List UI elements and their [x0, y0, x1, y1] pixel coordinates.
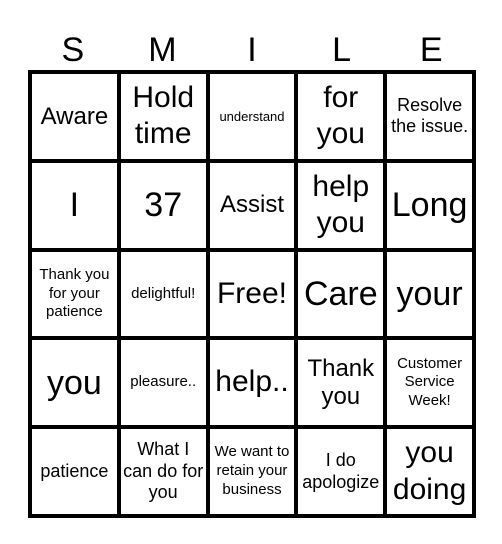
bingo-cell-r4-c1[interactable]: you	[32, 340, 117, 426]
bingo-cell-r4-c3[interactable]: help..	[209, 340, 295, 426]
bingo-cell-text: I	[69, 186, 80, 225]
bingo-cell-r1-c4[interactable]: for you	[298, 74, 384, 159]
bingo-cell-text: you	[46, 363, 102, 402]
bingo-cell-r3-c1[interactable]: Thank you for your patience	[32, 251, 117, 337]
bingo-cell-text: Customer Service Week!	[397, 354, 463, 410]
bingo-cell-r5-c4[interactable]: I do apologize	[298, 429, 384, 514]
bingo-cell-r1-c1[interactable]: Aware	[32, 74, 117, 159]
bingo-cell-text: Thank you for your patience	[39, 265, 110, 321]
header-letter-e: E	[419, 31, 443, 69]
bingo-cell-r3-c3[interactable]: Free!	[209, 251, 295, 337]
bingo-cell-r3-c2[interactable]: delightful!	[120, 251, 206, 337]
bingo-cell-text: Aware	[40, 102, 109, 130]
bingo-cell-text: help you	[312, 169, 370, 240]
bingo-cell-r2-c5[interactable]: Long	[387, 162, 472, 248]
bingo-board: Aware Hold time understand for you Resolve t…	[28, 70, 476, 518]
bingo-cell-text: Long	[391, 186, 468, 225]
bingo-cell-text: Hold time	[132, 80, 195, 151]
bingo-cell-text: your	[396, 274, 463, 313]
header-letter-m: M	[148, 31, 177, 69]
bingo-cell-text: I do apologize	[302, 450, 380, 492]
bingo-cell-text: patience	[40, 460, 109, 481]
bingo-cell-r3-c4[interactable]: Care	[298, 251, 384, 337]
bingo-cell-r1-c2[interactable]: Hold time	[120, 74, 206, 159]
bingo-cell-text: We want to retain your business	[214, 443, 290, 498]
bingo-cell-r4-c4[interactable]: Thank you	[298, 340, 384, 426]
bingo-cell-text: Free!	[216, 276, 287, 310]
bingo-cell-text: Care	[303, 274, 378, 313]
bingo-cell-text: you doing	[392, 436, 467, 506]
bingo-cell-r2-c2[interactable]: 37	[120, 162, 206, 248]
bingo-cell-r3-c5[interactable]: your	[387, 251, 472, 337]
bingo-cell-text: 37	[144, 186, 183, 225]
bingo-cell-r5-c1[interactable]: patience	[32, 429, 117, 514]
bingo-cell-text: Resolve the issue.	[391, 94, 469, 137]
bingo-cell-r5-c5[interactable]: you doing	[387, 429, 472, 514]
bingo-cell-text: What I can do for you	[123, 439, 204, 503]
bingo-cell-r1-c5[interactable]: Resolve the issue.	[387, 74, 472, 159]
bingo-cell-r2-c3[interactable]: Assist	[209, 162, 295, 248]
bingo-cell-text: for you	[316, 80, 365, 151]
bingo-cell-text: understand	[219, 108, 285, 124]
bingo-cell-r5-c3[interactable]: We want to retain your business	[209, 429, 295, 514]
bingo-cell-r2-c4[interactable]: help you	[298, 162, 384, 248]
header-letter-s: S	[61, 31, 85, 69]
header-letter-l: L	[332, 31, 352, 69]
bingo-cell-text: pleasure..	[130, 373, 197, 391]
bingo-header: S M I L E	[28, 28, 476, 70]
bingo-cell-r1-c3[interactable]: understand	[209, 74, 295, 159]
bingo-cell-text: Assist	[219, 191, 284, 219]
bingo-cell-text: help..	[215, 365, 289, 399]
bingo-cell-r4-c2[interactable]: pleasure..	[120, 340, 206, 426]
header-letter-i: I	[247, 31, 257, 69]
bingo-cell-r2-c1[interactable]: I	[32, 162, 117, 248]
bingo-cell-r4-c5[interactable]: Customer Service Week!	[387, 340, 472, 426]
bingo-cell-text: delightful!	[131, 284, 196, 302]
bingo-cell-r5-c2[interactable]: What I can do for you	[120, 429, 206, 514]
bingo-cell-text: Thank you	[307, 355, 375, 410]
